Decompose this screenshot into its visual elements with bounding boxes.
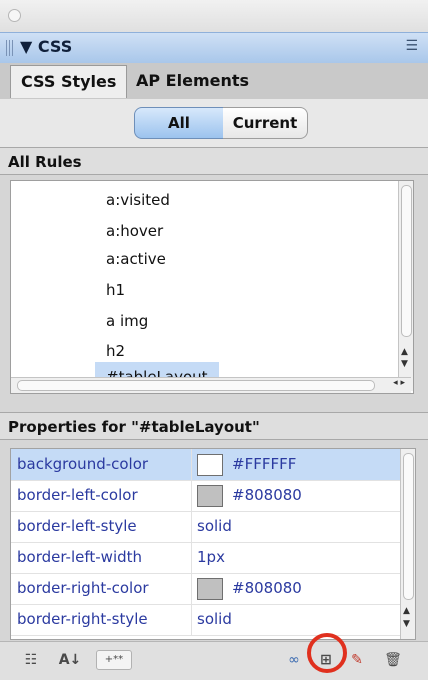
property-row[interactable]: border-right-style solid — [11, 604, 415, 636]
current-mode-button[interactable]: Current — [223, 107, 308, 139]
panel-title[interactable]: ▼ CSS — [20, 37, 72, 56]
column-divider — [191, 449, 192, 480]
property-row[interactable]: background-color #FFFFFF — [11, 449, 415, 481]
column-divider — [191, 573, 192, 604]
rule-item[interactable]: a:visited — [106, 185, 170, 215]
window-control-icon[interactable] — [8, 9, 21, 22]
edit-style-icon[interactable]: ✎ — [347, 647, 367, 673]
scroll-up-arrow-icon[interactable]: ▲ — [401, 347, 408, 357]
az-sort-icon[interactable]: A↓ — [54, 647, 86, 673]
rule-item[interactable]: a:active — [106, 244, 166, 274]
tab-ap-elements[interactable]: AP Elements — [126, 65, 259, 97]
rule-item[interactable]: h1 — [106, 275, 125, 305]
panel-header[interactable]: ▼ CSS ☰ — [0, 32, 428, 64]
property-value[interactable]: solid — [197, 511, 232, 542]
drag-grip-icon[interactable] — [6, 40, 14, 56]
property-name: border-left-color — [17, 486, 138, 504]
scroll-left-right-arrows-icon[interactable]: ◂ ▸ — [393, 378, 405, 388]
property-row[interactable]: border-left-width 1px — [11, 542, 415, 574]
properties-table: background-color #FFFFFF border-left-col… — [10, 448, 416, 640]
column-divider — [191, 480, 192, 511]
panel-tabs: CSS Styles AP Elements — [0, 63, 428, 100]
property-value[interactable]: 1px — [197, 542, 225, 573]
property-value[interactable]: solid — [197, 604, 232, 635]
rule-item[interactable]: a img — [106, 306, 148, 336]
column-divider — [191, 604, 192, 635]
property-row[interactable]: border-right-color #808080 — [11, 573, 415, 605]
category-view-icon[interactable]: ☷ — [18, 647, 44, 673]
column-divider — [191, 542, 192, 573]
scroll-down-arrow-icon[interactable]: ▼ — [401, 359, 408, 369]
scroll-thumb[interactable] — [17, 380, 375, 391]
property-name: border-left-style — [17, 517, 137, 535]
property-value[interactable]: #FFFFFF — [232, 449, 296, 480]
rules-horizontal-scrollbar[interactable]: ◂ ▸ — [11, 377, 411, 393]
property-name: border-right-style — [17, 610, 148, 628]
color-swatch[interactable] — [197, 454, 223, 476]
column-divider — [191, 511, 192, 542]
all-rules-header: All Rules — [0, 147, 428, 175]
rules-vertical-scrollbar[interactable]: ▲ ▼ — [398, 181, 413, 391]
property-name: border-left-width — [17, 548, 143, 566]
property-value[interactable]: #808080 — [232, 573, 302, 604]
tab-css-styles[interactable]: CSS Styles — [10, 65, 128, 98]
property-name: border-right-color — [17, 579, 149, 597]
color-swatch[interactable] — [197, 578, 223, 600]
window-titlebar — [0, 0, 428, 32]
color-swatch[interactable] — [197, 485, 223, 507]
scroll-thumb[interactable] — [403, 453, 414, 600]
properties-header: Properties for "#tableLayout" — [0, 412, 428, 440]
bottom-toolbar: ☷ A↓ +** ∞ ⊞ ✎ 🗑 — [0, 641, 428, 680]
properties-vertical-scrollbar[interactable]: ▲ ▼ — [400, 449, 415, 639]
all-mode-button[interactable]: All — [134, 107, 224, 139]
panel-options-menu-icon[interactable]: ☰ — [405, 38, 418, 54]
highlight-ring — [307, 633, 347, 673]
property-name: background-color — [17, 455, 149, 473]
set-properties-icon[interactable]: +** — [96, 650, 132, 670]
property-row[interactable]: border-left-style solid — [11, 511, 415, 543]
mode-switch-area: All Current — [0, 99, 428, 147]
scroll-up-arrow-icon[interactable]: ▲ — [403, 606, 410, 616]
property-row[interactable]: border-left-color #808080 — [11, 480, 415, 512]
rules-list: a:visited a:hover a:active h1 a img h2 #… — [10, 180, 414, 394]
trash-icon[interactable]: 🗑 — [382, 647, 404, 673]
scroll-thumb[interactable] — [401, 185, 412, 337]
property-value[interactable]: #808080 — [232, 480, 302, 511]
attach-style-sheet-icon[interactable]: ∞ — [282, 647, 306, 673]
scroll-down-arrow-icon[interactable]: ▼ — [403, 619, 410, 629]
rule-item[interactable]: a:hover — [106, 216, 163, 246]
